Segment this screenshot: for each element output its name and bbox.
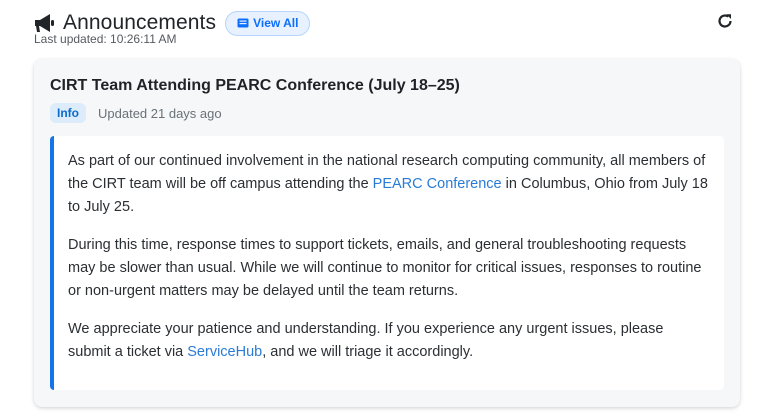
paragraph-3: We appreciate your patience and understa… [68,318,708,364]
megaphone-icon [33,12,57,34]
pearc-conference-link[interactable]: PEARC Conference [373,176,502,192]
paragraph-1: As part of our continued involvement in … [68,150,708,219]
last-updated-text: Last updated: 10:26:11 AM [34,32,177,46]
servicehub-link[interactable]: ServiceHub [187,344,262,360]
announcements-header: Announcements View All Last updated: 10:… [33,10,733,46]
paragraph-3-text-b: , and we will triage it accordingly. [262,344,474,360]
refresh-icon [716,12,734,35]
newspaper-icon [237,18,249,28]
view-all-button[interactable]: View All [225,10,311,36]
announcement-body: As part of our continued involvement in … [50,136,724,390]
announcement-card: CIRT Team Attending PEARC Conference (Ju… [34,59,740,407]
updated-time: Updated 21 days ago [98,105,222,121]
view-all-label: View All [253,16,299,30]
announcement-title: CIRT Team Attending PEARC Conference (Ju… [50,77,460,94]
announcement-meta: Info Updated 21 days ago [50,103,222,123]
paragraph-2: During this time, response times to supp… [68,237,702,299]
refresh-button[interactable] [714,12,736,34]
status-badge: Info [50,103,86,123]
